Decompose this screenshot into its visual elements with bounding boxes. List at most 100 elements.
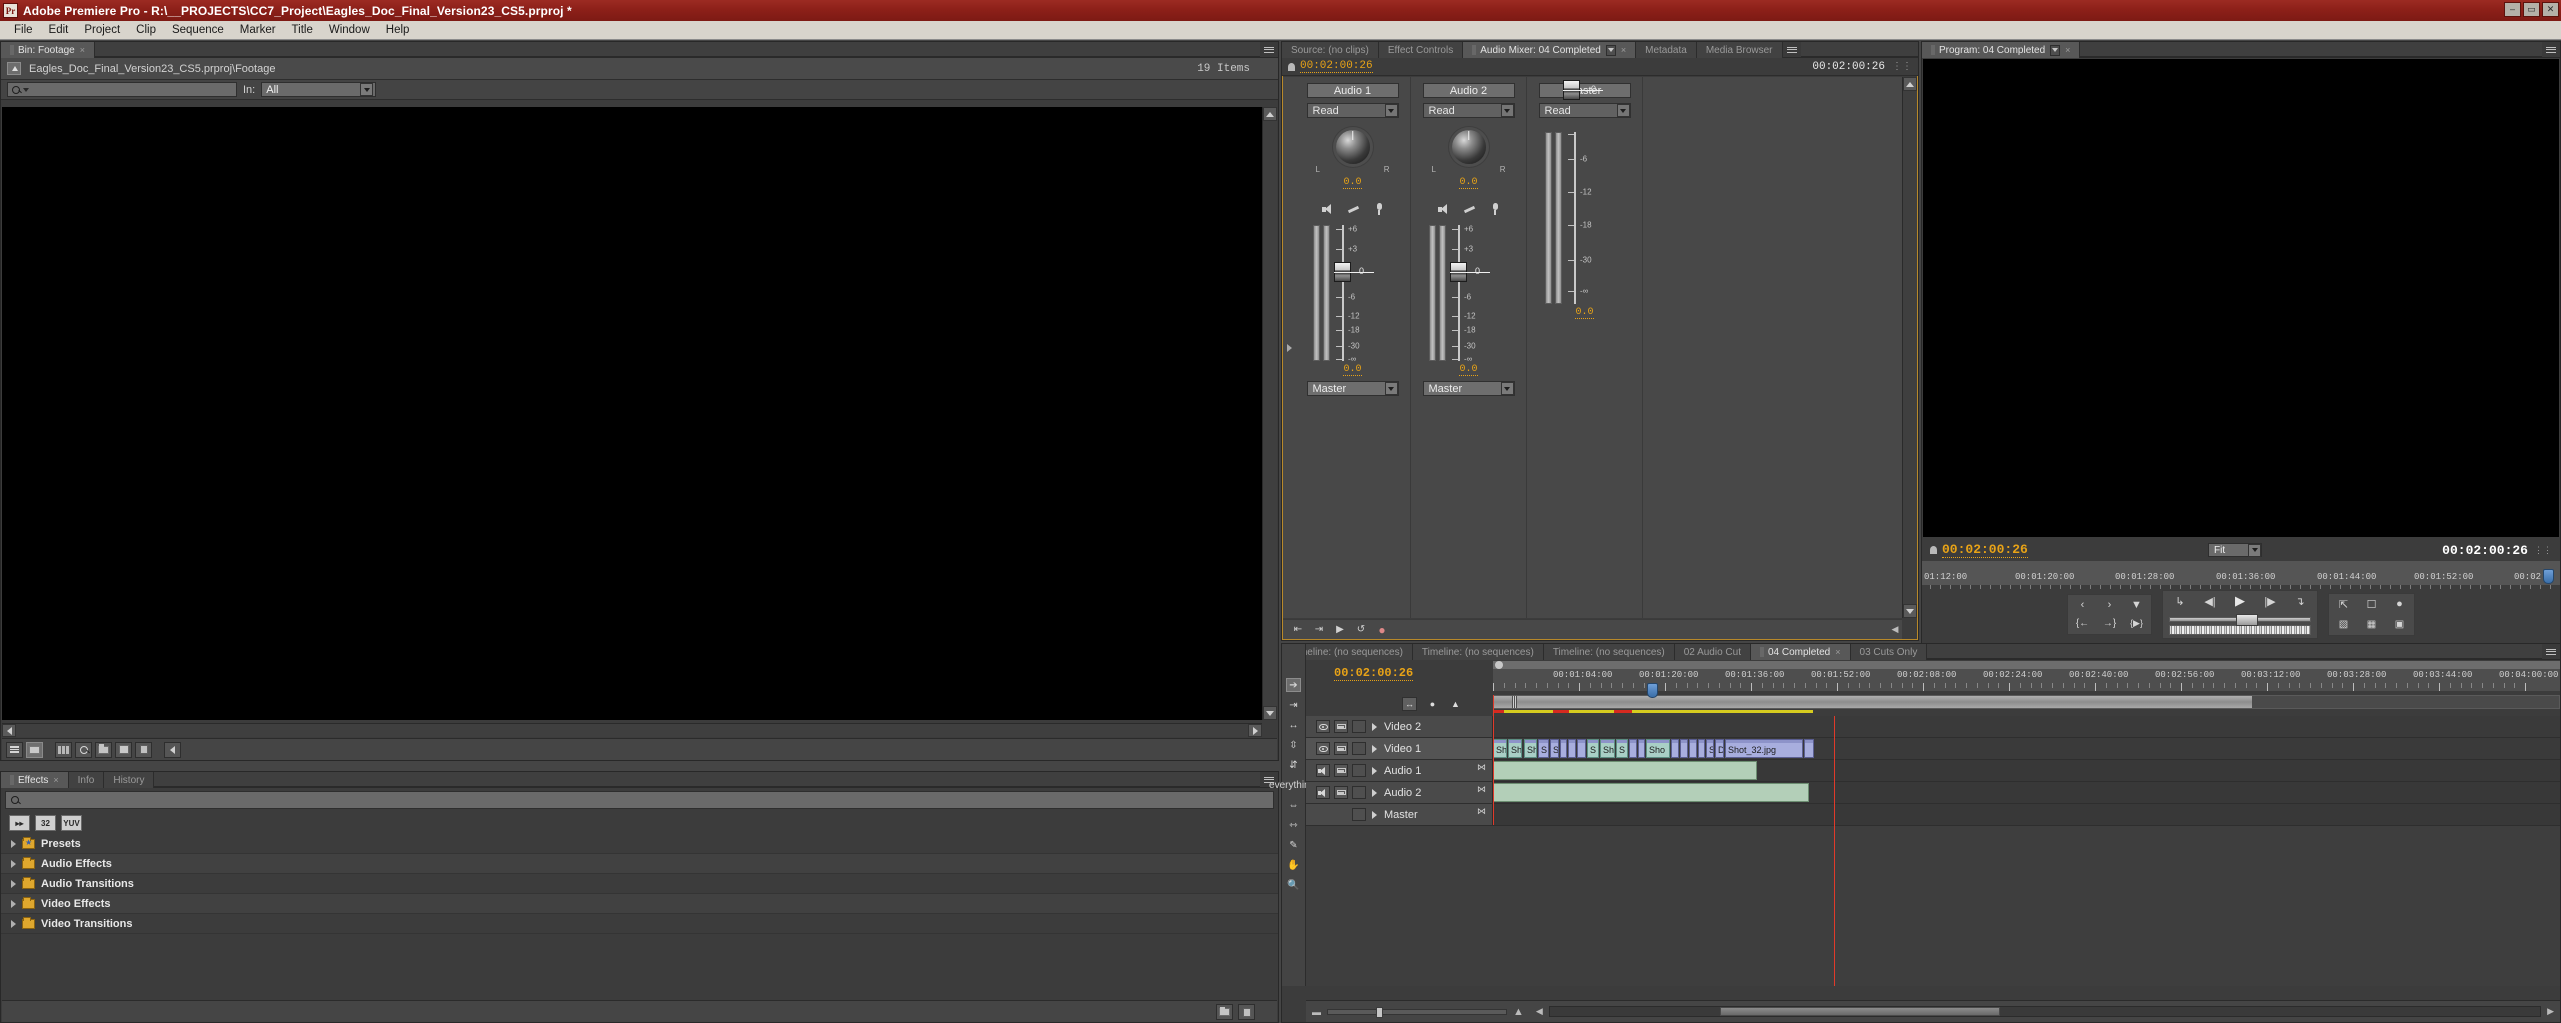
extract-icon[interactable]: ▦ bbox=[2363, 617, 2380, 632]
mixer-playhead-timecode[interactable]: 00:02:00:26 bbox=[1300, 60, 1373, 73]
pen-tool[interactable]: ✎ bbox=[1286, 838, 1301, 852]
menu-sequence[interactable]: Sequence bbox=[164, 22, 232, 38]
toggle-sync-lock-icon[interactable] bbox=[1334, 786, 1348, 799]
program-playhead-timecode[interactable]: 00:02:00:26 bbox=[1942, 542, 2028, 558]
close-icon[interactable]: × bbox=[1835, 647, 1840, 657]
tab-info[interactable]: Info bbox=[68, 772, 105, 788]
chevron-right-icon[interactable] bbox=[1372, 788, 1377, 797]
fader-handle[interactable] bbox=[1334, 262, 1374, 282]
effects-row-presets[interactable]: Presets bbox=[1, 834, 1278, 854]
pan-value[interactable]: 0.0 bbox=[1343, 177, 1362, 189]
audio-clip[interactable] bbox=[1493, 783, 1809, 802]
chevron-right-icon[interactable] bbox=[11, 899, 16, 908]
mute-icon[interactable] bbox=[1438, 204, 1450, 214]
menu-help[interactable]: Help bbox=[378, 22, 418, 38]
timeline-work-area-bar[interactable] bbox=[1493, 661, 2560, 669]
chevron-down-icon[interactable] bbox=[1384, 382, 1398, 395]
marker-icon[interactable]: ▼ bbox=[2128, 598, 2145, 613]
export-frame-icon[interactable]: ⇱ bbox=[2335, 597, 2352, 612]
video-clip[interactable] bbox=[1568, 739, 1576, 758]
effects-row-audio-transitions[interactable]: Audio Transitions bbox=[1, 874, 1278, 894]
volume-fader[interactable]: -6 -12 -18 -30 -∞ 0 bbox=[1563, 80, 1624, 304]
scroll-up-icon[interactable] bbox=[1903, 77, 1917, 91]
keyframe-nav-icon[interactable]: ⋈ bbox=[1477, 806, 1486, 817]
toggle-track-lock-icon[interactable] bbox=[1352, 720, 1366, 733]
close-button[interactable]: ✕ bbox=[2542, 2, 2559, 17]
menu-marker[interactable]: Marker bbox=[232, 22, 284, 38]
mixer-expand-effects-icon[interactable] bbox=[1283, 77, 1295, 618]
timeline-playhead-grip[interactable] bbox=[1647, 683, 1658, 698]
toggle-sync-lock-icon[interactable] bbox=[1334, 720, 1348, 733]
video-clip[interactable] bbox=[1577, 739, 1586, 758]
effects-row-video-effects[interactable]: Video Effects bbox=[1, 894, 1278, 914]
video-clip[interactable] bbox=[1689, 739, 1697, 758]
minimize-button[interactable]: – bbox=[2504, 2, 2521, 17]
zoom-in-icon[interactable]: ▲ bbox=[1513, 1006, 1524, 1018]
fader-handle[interactable] bbox=[1450, 262, 1490, 282]
keyframe-nav-icon[interactable]: ⋈ bbox=[1477, 762, 1486, 773]
razor-tool[interactable]: everything; bbox=[1269, 778, 1318, 792]
toggle-track-output-icon[interactable] bbox=[1316, 720, 1330, 733]
audio-clip[interactable] bbox=[1493, 761, 1757, 780]
volume-fader[interactable]: +6 +3 -6 -12 -18 -30 -∞ 0 bbox=[1450, 225, 1508, 364]
track-body-audio1[interactable] bbox=[1493, 760, 2560, 781]
toggle-track-output-icon[interactable] bbox=[1316, 786, 1330, 799]
video-clip[interactable]: S bbox=[1706, 739, 1714, 758]
delete-icon[interactable] bbox=[135, 741, 152, 758]
work-area-start-handle[interactable] bbox=[1495, 661, 1503, 669]
loop-icon[interactable]: ↺ bbox=[1354, 623, 1368, 637]
toggle-track-output-icon[interactable] bbox=[1316, 764, 1330, 777]
toggle-track-lock-icon[interactable] bbox=[1352, 808, 1366, 821]
filmstrip-icon[interactable] bbox=[55, 741, 72, 758]
new-bin-icon[interactable] bbox=[95, 741, 112, 758]
slide-tool[interactable]: ⇿ bbox=[1286, 818, 1301, 832]
solo-icon[interactable] bbox=[1348, 204, 1361, 215]
tab-04-completed[interactable]: 04 Completed × bbox=[1750, 644, 1851, 660]
toggle-track-lock-icon[interactable] bbox=[1352, 764, 1366, 777]
chevron-down-icon[interactable] bbox=[23, 87, 29, 92]
delete-custom-item-icon[interactable] bbox=[1238, 1004, 1255, 1020]
scroll-right-icon[interactable]: ▶ bbox=[2547, 1006, 2554, 1017]
find-icon[interactable] bbox=[75, 741, 92, 758]
output-icon[interactable]: ● bbox=[2391, 597, 2408, 612]
hand-tool[interactable]: ✋ bbox=[1286, 858, 1301, 872]
video-clip[interactable]: Sh bbox=[1508, 739, 1522, 758]
play-in-to-out-icon[interactable]: {▶} bbox=[2128, 616, 2145, 631]
menu-project[interactable]: Project bbox=[76, 22, 128, 38]
zoom-out-icon[interactable]: ▬ bbox=[1312, 1007, 1321, 1017]
timeline-playhead[interactable] bbox=[1834, 716, 1835, 986]
tab-media-browser[interactable]: Media Browser bbox=[1696, 42, 1783, 58]
menu-clip[interactable]: Clip bbox=[128, 22, 164, 38]
collapse-icon[interactable] bbox=[164, 741, 181, 758]
slip-tool[interactable]: ⇔ bbox=[1286, 798, 1301, 812]
panel-menu-icon[interactable] bbox=[2542, 42, 2560, 57]
32bit-effects-icon[interactable]: 32 bbox=[35, 815, 56, 831]
video-clip[interactable] bbox=[1804, 739, 1814, 758]
toggle-track-output-icon[interactable] bbox=[1316, 742, 1330, 755]
go-to-in-icon[interactable]: ⇤ bbox=[1291, 623, 1305, 637]
chevron-right-icon[interactable] bbox=[1372, 722, 1377, 731]
automation-mode-select[interactable]: Read bbox=[1306, 103, 1399, 118]
video-clip[interactable] bbox=[1680, 739, 1688, 758]
tab-metadata[interactable]: Metadata bbox=[1636, 42, 1697, 58]
lift-icon[interactable]: ▧ bbox=[2335, 617, 2352, 632]
chevron-right-icon[interactable] bbox=[1372, 744, 1377, 753]
video-clip[interactable]: Sh bbox=[1524, 739, 1537, 758]
maximize-button[interactable]: ▭ bbox=[2523, 2, 2540, 17]
chevron-right-icon[interactable] bbox=[11, 859, 16, 868]
menu-window[interactable]: Window bbox=[321, 22, 378, 38]
snapshot-icon[interactable]: ▣ bbox=[2391, 617, 2408, 632]
menu-file[interactable]: File bbox=[6, 22, 41, 38]
video-clip[interactable] bbox=[1638, 739, 1645, 758]
automation-mode-select[interactable]: Read bbox=[1538, 103, 1631, 118]
tab-timeline-empty-2[interactable]: Timeline: (no sequences) bbox=[1412, 644, 1544, 660]
record-arm-icon[interactable] bbox=[1375, 203, 1383, 215]
solo-icon[interactable] bbox=[1464, 204, 1477, 215]
volume-fader[interactable]: +6 +3 -6 -12 -18 -30 -∞ 0 bbox=[1334, 225, 1392, 364]
chevron-right-icon[interactable] bbox=[11, 839, 16, 848]
timeline-zoom-slider[interactable] bbox=[1327, 1006, 1507, 1018]
video-clip[interactable]: S bbox=[1587, 739, 1599, 758]
selection-tool[interactable]: ➔ bbox=[1286, 678, 1301, 692]
rate-stretch-tool[interactable]: ⇵ bbox=[1286, 758, 1301, 772]
step-forward-frame-icon[interactable]: |▶ bbox=[2262, 594, 2279, 609]
